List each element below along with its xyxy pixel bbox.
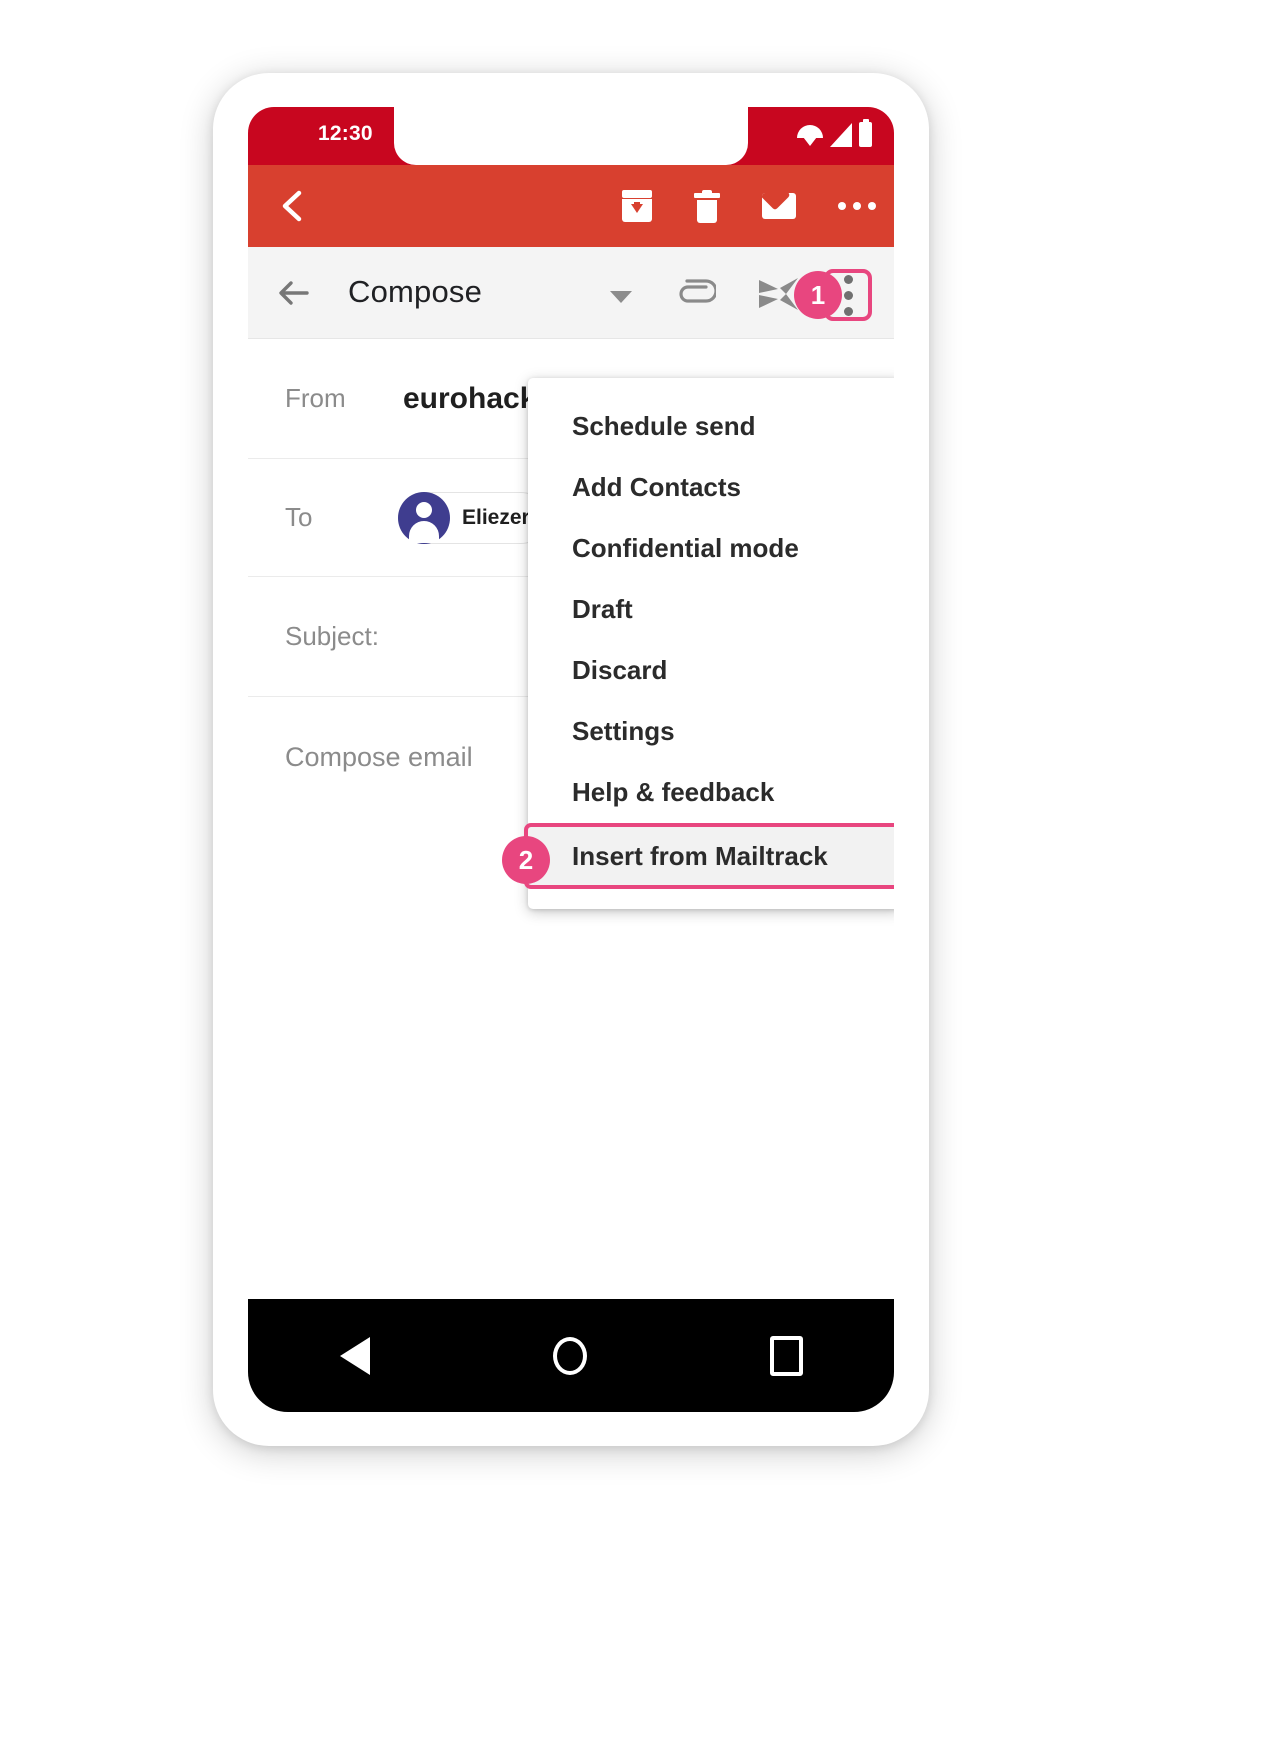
phone-screen: 12:30 Compose 1 From eurohack To Eliezer…: [248, 107, 894, 1412]
menu-item-settings[interactable]: Settings: [528, 701, 894, 762]
arrow-left-icon[interactable]: [274, 273, 314, 313]
android-nav-bar: [248, 1299, 894, 1412]
recipient-name: Eliezer: [462, 505, 530, 529]
recipient-chip[interactable]: Eliezer: [398, 491, 547, 544]
menu-item-schedule-send[interactable]: Schedule send: [528, 396, 894, 457]
menu-item-insert-from-mailtrack[interactable]: 2 Insert from Mailtrack: [502, 823, 894, 889]
menu-item-discard[interactable]: Discard: [528, 640, 894, 701]
menu-item-draft[interactable]: Draft: [528, 579, 894, 640]
square-recents-icon[interactable]: [769, 1335, 803, 1376]
battery-icon: [859, 119, 872, 147]
from-label: From: [285, 383, 346, 413]
from-value: eurohack: [403, 381, 537, 415]
triangle-back-icon[interactable]: [339, 1336, 370, 1375]
paperclip-icon[interactable]: [674, 273, 718, 315]
archive-icon[interactable]: [622, 190, 652, 222]
to-label: To: [285, 502, 313, 532]
email-app-bar: [248, 165, 894, 247]
mark-unread-icon[interactable]: [762, 193, 796, 219]
step-badge-1: 1: [794, 271, 842, 319]
chevron-left-icon[interactable]: [272, 185, 314, 227]
status-icon-group: [797, 119, 872, 147]
page-title: Compose: [348, 274, 483, 309]
signal-icon: [830, 122, 852, 147]
wifi-icon: [797, 124, 823, 146]
step-badge-2: 2: [502, 836, 550, 884]
app-bar-actions: [622, 165, 876, 247]
chevron-down-icon[interactable]: [610, 291, 632, 303]
compose-toolbar: Compose 1: [248, 247, 894, 339]
phone-frame: 12:30 Compose 1 From eurohack To Eliezer…: [213, 73, 929, 1446]
menu-item-add-contacts[interactable]: Add Contacts: [528, 457, 894, 518]
status-bar: 12:30: [248, 107, 894, 165]
menu-item-label: Insert from Mailtrack: [572, 840, 828, 871]
more-horizontal-icon[interactable]: [838, 202, 876, 210]
body-placeholder: Compose email: [285, 742, 473, 772]
delete-icon[interactable]: [694, 189, 720, 223]
menu-item-confidential-mode[interactable]: Confidential mode: [528, 518, 894, 579]
avatar: [398, 491, 450, 544]
circle-home-icon[interactable]: [552, 1336, 587, 1375]
subject-label: Subject:: [285, 621, 379, 651]
menu-item-help-feedback[interactable]: Help & feedback: [528, 762, 894, 823]
status-clock: 12:30: [318, 122, 373, 145]
overflow-menu: Schedule send Add Contacts Confidential …: [502, 378, 894, 909]
display-notch: [394, 107, 748, 165]
